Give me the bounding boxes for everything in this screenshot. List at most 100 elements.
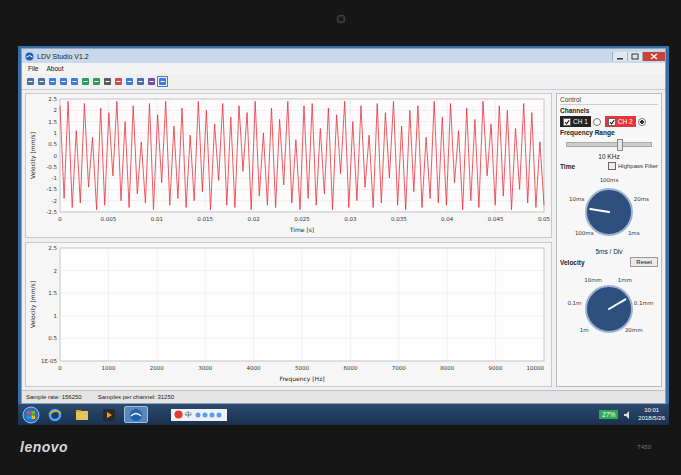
knob-tick: 20mm [625, 327, 643, 333]
checkbox[interactable] [563, 118, 571, 126]
velocity-label: Velocity [560, 259, 585, 266]
clock-date: 2018/5/26 [638, 415, 665, 422]
y-tick: -1 [52, 175, 57, 181]
x-tick: 0 [58, 365, 62, 371]
tool-icon[interactable] [125, 77, 134, 86]
grid-line [350, 248, 351, 361]
input-method-bar[interactable]: 中 [171, 409, 227, 421]
velocity-row: Velocity Reset [560, 257, 658, 267]
x-tick: 1000 [101, 365, 115, 371]
tool-icon[interactable] [92, 77, 101, 86]
plot-area [60, 99, 544, 212]
minimize-icon[interactable] [612, 52, 627, 61]
x-tick: 0.02 [247, 216, 259, 222]
maximize-icon[interactable] [627, 52, 642, 61]
knob-pointer [609, 299, 625, 309]
grid-line [108, 248, 109, 361]
app-window: LDV Studio V1.2FileAbout2.521.510.50-0.5… [21, 48, 666, 404]
x-axis-label: Frequency [Hz] [279, 375, 324, 383]
grid-line [350, 99, 351, 212]
velocity-knob[interactable]: 1m0.1m10mm1mm0.1mm20mm [564, 269, 654, 343]
knob-tick: 100ms [575, 230, 594, 236]
x-tick: 0 [58, 216, 62, 222]
reset-button[interactable]: Reset [630, 257, 658, 267]
tool-icon[interactable] [147, 77, 156, 86]
knob-tick: 10ms [569, 196, 584, 202]
knob-tick: 0.1mm [634, 300, 653, 306]
grid-line [302, 248, 303, 361]
time-reading: 5ms / Div [560, 248, 658, 255]
grid-line [544, 248, 545, 361]
tool-icon[interactable] [136, 77, 145, 86]
ime-mode: 中 [185, 410, 192, 420]
close-icon[interactable] [642, 52, 665, 61]
y-tick: 2.5 [48, 245, 57, 251]
tool-icon[interactable] [26, 77, 35, 86]
battery-indicator[interactable]: 27% [599, 410, 618, 419]
tool-icon[interactable] [70, 77, 79, 86]
screen: LDV Studio V1.2FileAbout2.521.510.50-0.5… [18, 46, 669, 425]
menu-item[interactable]: About [46, 65, 63, 72]
clock[interactable]: 10:012018/5/26 [638, 407, 665, 421]
x-tick: 2000 [150, 365, 164, 371]
check-icon [609, 119, 615, 125]
tool-icon[interactable] [114, 77, 123, 86]
channel-toggle[interactable]: CH 2 [605, 116, 636, 127]
tool-icon[interactable] [59, 77, 68, 86]
highpass-row: Time Highpass Filter [560, 162, 658, 170]
knob-tick: 1mm [618, 277, 632, 283]
tool-icon[interactable] [48, 77, 57, 86]
channel-toggle[interactable]: CH 1 [560, 116, 591, 127]
taskbar-app[interactable] [43, 406, 67, 423]
channel-radio[interactable] [638, 118, 646, 126]
spectrum-chart: 2.521.510.51E-05010002000300040005000600… [25, 242, 552, 387]
channel: CH 2 [605, 116, 646, 127]
x-tick: 4000 [247, 365, 261, 371]
samples-per-channel: Samples per channel: 31250 [98, 394, 174, 400]
y-tick: 1 [54, 130, 58, 136]
knob-tick: 1m [580, 327, 589, 333]
slider-thumb[interactable] [617, 139, 623, 151]
grid-line [495, 248, 496, 361]
y-axis-label: Velocity [mm/s] [29, 281, 37, 328]
window-title: LDV Studio V1.2 [37, 53, 89, 60]
frequency-slider[interactable] [566, 142, 652, 147]
knob-tick: 100ms [600, 177, 619, 183]
checkbox[interactable] [608, 162, 616, 170]
taskbar-app[interactable] [97, 406, 121, 423]
x-tick: 10000 [527, 365, 545, 371]
taskbar-app[interactable] [70, 406, 94, 423]
volume-icon[interactable] [623, 410, 633, 420]
x-tick: 0.03 [344, 216, 357, 222]
x-axis-label: Time [s] [289, 226, 314, 233]
tool-icon[interactable] [158, 77, 167, 86]
title-bar[interactable]: LDV Studio V1.2 [22, 49, 665, 63]
brand-logo: lenovo [20, 439, 68, 455]
browser-icon [48, 408, 62, 422]
menu-item[interactable]: File [28, 65, 38, 72]
y-tick: 2 [54, 268, 58, 274]
y-tick: 2 [54, 107, 58, 113]
checkbox[interactable] [608, 118, 616, 126]
clock-time: 10:01 [644, 407, 659, 414]
control-panel: ControlChannelsCH 1CH 2Frequency Range10… [556, 93, 662, 387]
tool-icon[interactable] [37, 77, 46, 86]
start-icon[interactable] [22, 406, 40, 424]
highpass-label: Highpass Filter [618, 163, 658, 169]
x-tick: 6000 [343, 365, 357, 371]
taskbar-app[interactable] [124, 406, 148, 423]
time-label: Time [560, 163, 575, 170]
y-tick: -1.5 [46, 186, 57, 192]
knob-tick: 1ms [628, 230, 640, 236]
y-axis-label: Velocity [mm/s] [29, 132, 37, 179]
tool-icon[interactable] [81, 77, 90, 86]
frequency-reading: 10 KHz [560, 153, 658, 160]
grid-line [398, 248, 399, 361]
y-tick: -0.5 [46, 164, 57, 170]
highpass-filter[interactable]: Highpass Filter [608, 162, 658, 170]
x-tick: 0.015 [197, 216, 213, 222]
y-tick: 1E-05 [41, 358, 57, 364]
time-knob[interactable]: 100ms10ms100ms20ms1ms [564, 172, 654, 246]
tool-icon[interactable] [103, 77, 112, 86]
channel-radio[interactable] [593, 118, 601, 126]
